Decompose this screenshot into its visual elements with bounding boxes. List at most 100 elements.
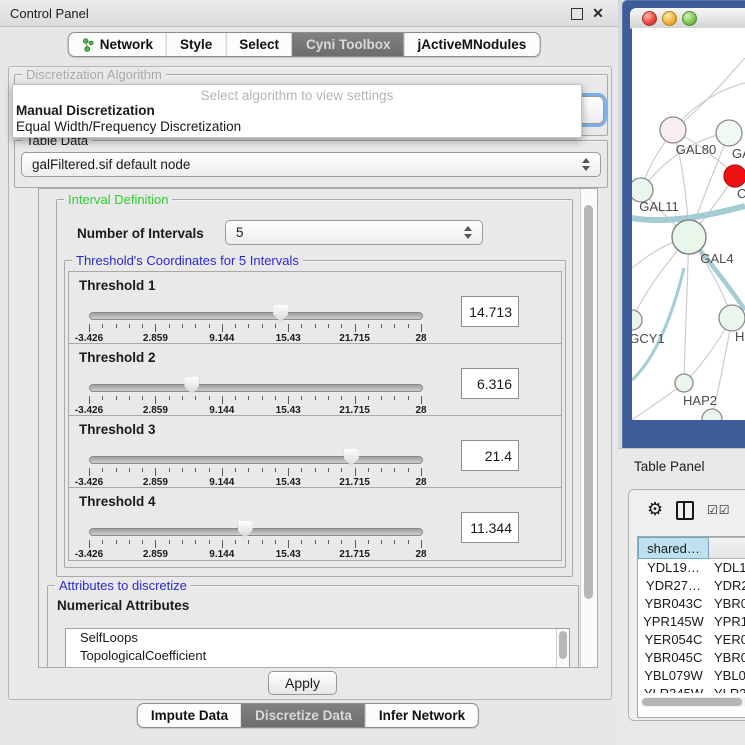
cell-name: YDL1 — [714, 559, 745, 577]
tick-mark — [275, 468, 276, 472]
column-header-name[interactable]: na — [709, 537, 745, 559]
network-node[interactable] — [632, 310, 642, 330]
table-row[interactable]: YBL079WYBL0 — [638, 667, 745, 685]
tick-mark — [248, 540, 249, 544]
tick-mark — [116, 396, 117, 400]
tab-select[interactable]: Select — [225, 33, 292, 56]
tick-mark — [355, 324, 356, 332]
tab-discretize-data[interactable]: Discretize Data — [241, 704, 365, 727]
tick-mark — [408, 324, 409, 328]
network-node-label: C — [737, 186, 745, 201]
tab-cyni-toolbox[interactable]: Cyni Toolbox — [292, 33, 404, 56]
cell-name: YBL0 — [714, 667, 745, 685]
list-scrollbar[interactable] — [556, 629, 569, 668]
settings-scrollbar-thumb[interactable] — [584, 205, 593, 599]
dropdown-placeholder: Select algorithm to view settings — [13, 88, 581, 103]
network-node[interactable] — [702, 409, 722, 420]
network-node[interactable] — [724, 165, 745, 187]
tick-mark — [275, 324, 276, 328]
column-header-shared-name[interactable]: shared… — [638, 537, 709, 559]
slider-track[interactable] — [89, 312, 423, 320]
slider-track[interactable] — [89, 384, 423, 392]
mac-minimize-icon[interactable] — [662, 11, 677, 26]
node-attribute-table[interactable]: shared… na YDL19…YDL1YDR27…YDR2YBR043CYB… — [637, 536, 745, 718]
tab-network[interactable]: Network — [69, 33, 166, 56]
dropdown-option-manual-discretization[interactable]: Manual Discretization — [16, 103, 155, 118]
threshold-slider[interactable]: -3.4262.8599.14415.4321.71528 — [89, 448, 421, 486]
attribute-list-item[interactable]: SelfLoops — [66, 629, 569, 647]
tick-mark — [195, 324, 196, 328]
table-hscrollbar[interactable] — [641, 697, 745, 707]
settings-scrollbar[interactable] — [580, 189, 597, 667]
tick-mark — [355, 540, 356, 548]
tick-mark — [328, 396, 329, 400]
tab-jactivemnodules[interactable]: jActiveMNodules — [404, 33, 540, 56]
tick-mark — [169, 540, 170, 544]
tab-label: jActiveMNodules — [418, 37, 527, 52]
tick-mark — [129, 396, 130, 400]
table-row[interactable]: YPR145WYPR1 — [638, 613, 745, 631]
number-of-intervals-combobox[interactable]: 5 — [225, 220, 483, 245]
network-node[interactable] — [672, 220, 706, 254]
tab-style[interactable]: Style — [166, 33, 225, 56]
threshold-value-field[interactable]: 14.713 — [461, 296, 519, 327]
threshold-slider[interactable]: -3.4262.8599.14415.4321.71528 — [89, 376, 421, 414]
gear-icon[interactable]: ⚙ — [647, 500, 663, 518]
network-node[interactable] — [660, 117, 686, 143]
table-row[interactable]: YER054CYER0 — [638, 631, 745, 649]
tick-mark — [169, 324, 170, 328]
tick-mark — [142, 324, 143, 328]
dropdown-option-equal-width-frequency[interactable]: Equal Width/Frequency Discretization — [16, 119, 241, 134]
network-canvas[interactable]: GAL80GACGAL11GAL4GCY1HHAP2 — [632, 28, 745, 420]
tick-mark — [116, 540, 117, 544]
slider-ticks — [89, 540, 421, 548]
table-row[interactable]: YBR045CYBR0 — [638, 649, 745, 667]
table-row[interactable]: YBR043CYBR0 — [638, 595, 745, 613]
threshold-value-field[interactable]: 6.316 — [461, 368, 519, 399]
tick-mark — [235, 468, 236, 472]
slider-track[interactable] — [89, 456, 423, 464]
network-window-titlebar[interactable] — [630, 8, 745, 29]
tick-mark — [394, 468, 395, 472]
mac-close-icon[interactable] — [642, 11, 657, 26]
float-window-icon[interactable] — [571, 8, 583, 20]
numerical-attributes-list[interactable]: SelfLoopsTopologicalCoefficientBetweenne… — [65, 628, 570, 668]
group-label: Discretization Algorithm — [22, 67, 166, 82]
threshold-value-field[interactable]: 21.4 — [461, 440, 519, 471]
tick-mark — [355, 396, 356, 404]
threshold-label: Threshold 2 — [79, 350, 156, 365]
tick-mark — [288, 396, 289, 404]
tick-mark — [301, 468, 302, 472]
close-icon[interactable]: ✕ — [591, 6, 605, 20]
tick-mark — [182, 324, 183, 328]
attribute-list-item[interactable]: BetweennessCentrality — [66, 665, 569, 668]
slider-track[interactable] — [89, 528, 423, 536]
tab-infer-network[interactable]: Infer Network — [365, 704, 478, 727]
tab-label: Infer Network — [379, 708, 465, 723]
tick-mark — [209, 396, 210, 400]
split-view-icon[interactable] — [676, 501, 694, 520]
apply-button[interactable]: Apply — [268, 671, 337, 695]
table-row[interactable]: YDR27…YDR2 — [638, 577, 745, 595]
tick-mark — [222, 468, 223, 476]
table-panel-section: Table Panel ⚙ ☑☑ shared… na YDL19…YDL1YD… — [618, 448, 745, 745]
list-scrollbar-thumb[interactable] — [559, 631, 567, 659]
threshold-value-field[interactable]: 11.344 — [461, 512, 519, 543]
attribute-list-item[interactable]: TopologicalCoefficient — [66, 647, 569, 665]
tab-impute-data[interactable]: Impute Data — [138, 704, 241, 727]
table-row[interactable]: YDL19…YDL1 — [638, 559, 745, 577]
network-node[interactable] — [675, 374, 693, 392]
table-hscrollbar-thumb[interactable] — [642, 698, 742, 706]
threshold-slider[interactable]: -3.4262.8599.14415.4321.71528 — [89, 304, 421, 342]
network-node[interactable] — [719, 305, 745, 331]
table-row[interactable]: YLR345WYLR3 — [638, 685, 745, 693]
mac-zoom-icon[interactable] — [682, 11, 697, 26]
tick-mark — [182, 468, 183, 472]
checkbox-icons[interactable]: ☑☑ — [707, 503, 731, 517]
number-of-intervals-label: Number of Intervals — [77, 226, 204, 241]
cell-name: YBR0 — [714, 649, 745, 667]
tick-mark — [421, 540, 422, 548]
table-data-combobox[interactable]: galFiltered.sif default node — [21, 152, 601, 177]
threshold-slider[interactable]: -3.4262.8599.14415.4321.71528 — [89, 520, 421, 558]
network-node[interactable] — [716, 120, 742, 146]
